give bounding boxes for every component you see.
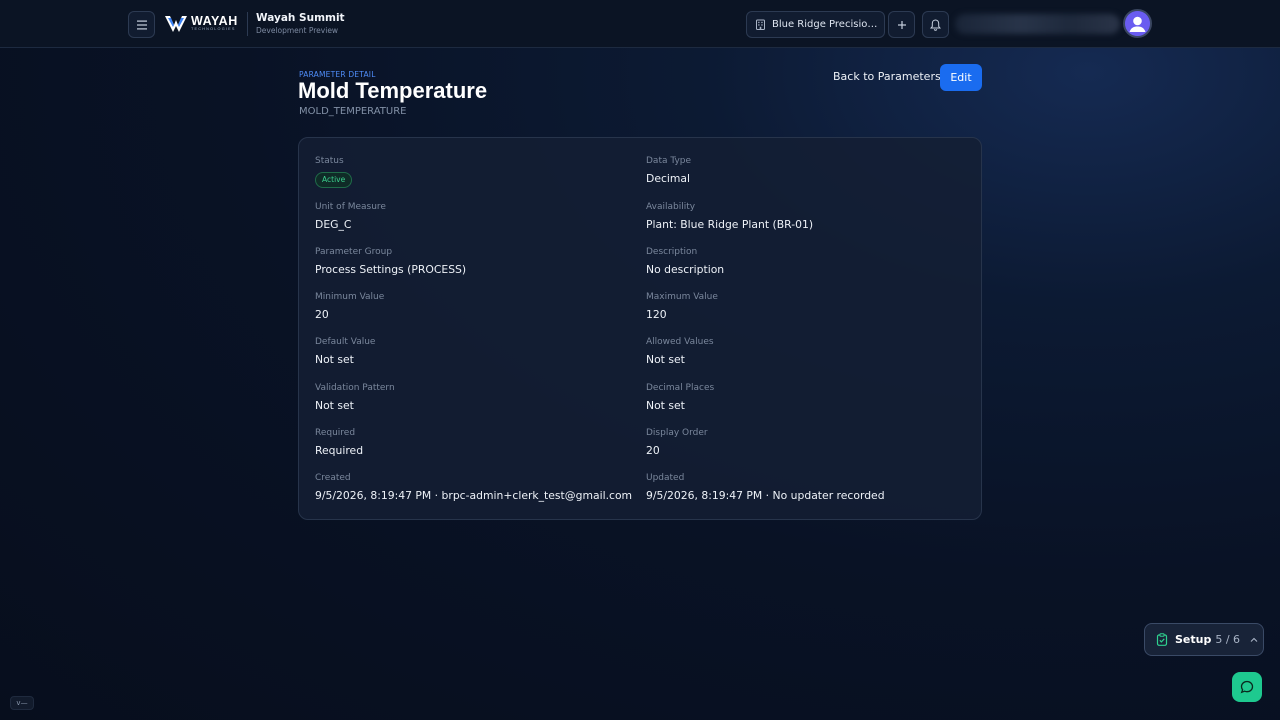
- status-field: Status Active: [315, 155, 353, 188]
- unit-value: DEG_C: [315, 218, 352, 231]
- user-info-redacted: [955, 14, 1120, 34]
- maximum-value-field: Maximum Value 120: [646, 291, 718, 322]
- minimum-value: 20: [315, 308, 329, 321]
- chevron-up-icon: [1250, 637, 1258, 642]
- parameter-group-field: Parameter Group Process Settings (PROCES…: [315, 246, 466, 277]
- setup-progress-count: 5 / 6: [1215, 633, 1241, 646]
- created-value: 9/5/2026, 8:19:47 PM · brpc-admin+clerk_…: [315, 489, 633, 502]
- app-name: Wayah Summit: [256, 12, 345, 24]
- user-icon: [1125, 11, 1150, 36]
- minimum-value-field: Minimum Value 20: [315, 291, 384, 322]
- required-label: Required: [315, 428, 356, 438]
- display-order-value: 20: [646, 444, 660, 457]
- allowed-values-label: Allowed Values: [646, 337, 714, 347]
- data-type-value: Decimal: [646, 172, 691, 185]
- page-title: Mold Temperature: [298, 78, 488, 103]
- description-label: Description: [646, 247, 698, 257]
- edit-button[interactable]: Edit: [940, 64, 982, 91]
- parameter-code: MOLD_TEMPERATURE: [299, 106, 407, 117]
- allowed-values: Not set: [646, 353, 685, 366]
- notifications-button[interactable]: [922, 11, 949, 38]
- user-avatar[interactable]: [1123, 9, 1152, 38]
- parameter-detail-card: Status Active Data Type Decimal Unit of …: [298, 137, 982, 520]
- unit-field: Unit of Measure DEG_C: [315, 201, 386, 232]
- logo-wordmark: WAYAH: [191, 13, 238, 28]
- setup-label: Setup: [1175, 633, 1212, 646]
- created-field: Created 9/5/2026, 8:19:47 PM · brpc-admi…: [315, 472, 632, 503]
- plus-icon: [897, 20, 906, 29]
- data-type-label: Data Type: [646, 156, 692, 166]
- decimal-places-label: Decimal Places: [646, 383, 715, 393]
- availability-value: Plant: Blue Ridge Plant (BR-01): [646, 218, 814, 231]
- setup-progress-widget[interactable]: Setup 5 / 6: [1144, 623, 1264, 656]
- data-type-field: Data Type Decimal: [646, 155, 691, 186]
- status-badge: Active: [315, 172, 353, 188]
- required-field: Required Required: [315, 427, 363, 458]
- chat-button[interactable]: [1232, 672, 1262, 702]
- allowed-values-field: Allowed Values Not set: [646, 336, 714, 367]
- decimal-places-field: Decimal Places Not set: [646, 382, 714, 413]
- maximum-value: 120: [646, 308, 667, 321]
- description-field: Description No description: [646, 246, 724, 277]
- organization-name: Blue Ridge Precision C...: [772, 19, 880, 30]
- validation-pattern-label: Validation Pattern: [315, 383, 395, 393]
- validation-pattern-value: Not set: [315, 399, 354, 412]
- display-order-field: Display Order 20: [646, 427, 708, 458]
- availability-field: Availability Plant: Blue Ridge Plant (BR…: [646, 201, 813, 232]
- parameter-group-label: Parameter Group: [315, 247, 393, 257]
- top-bar: WAYAH TECHNOLOGIES Wayah Summit Developm…: [0, 0, 1280, 48]
- logo-tagline: TECHNOLOGIES: [191, 26, 236, 31]
- app-title-block: Wayah Summit Development Preview: [256, 12, 345, 36]
- availability-label: Availability: [646, 202, 696, 212]
- validation-pattern-field: Validation Pattern Not set: [315, 382, 395, 413]
- header-divider: [247, 12, 248, 36]
- version-tag: v—: [10, 696, 34, 710]
- updated-value: 9/5/2026, 8:19:47 PM · No updater record…: [646, 489, 885, 502]
- menu-icon: [136, 20, 147, 29]
- updated-field: Updated 9/5/2026, 8:19:47 PM · No update…: [646, 472, 885, 503]
- app-subtitle: Development Preview: [256, 26, 339, 35]
- default-value: Not set: [315, 353, 354, 366]
- display-order-label: Display Order: [646, 428, 708, 438]
- menu-button[interactable]: [128, 11, 155, 38]
- default-value-field: Default Value Not set: [315, 336, 375, 367]
- chat-bubble-icon: [1240, 680, 1254, 694]
- add-button[interactable]: [888, 11, 915, 38]
- decimal-places-value: Not set: [646, 399, 685, 412]
- updated-label: Updated: [646, 473, 685, 483]
- building-icon: [756, 19, 765, 30]
- description-value: No description: [646, 263, 725, 276]
- required-value: Required: [315, 444, 364, 457]
- minimum-value-label: Minimum Value: [315, 292, 385, 302]
- parameter-group-value: Process Settings (PROCESS): [315, 263, 467, 276]
- bell-icon: [930, 18, 941, 31]
- wayah-logo[interactable]: WAYAH TECHNOLOGIES: [165, 13, 238, 33]
- status-label: Status: [315, 156, 344, 166]
- organization-switcher[interactable]: Blue Ridge Precision C...: [746, 11, 885, 38]
- wayah-logo-mark-icon: [165, 16, 187, 32]
- created-label: Created: [315, 473, 351, 483]
- back-to-parameters-link[interactable]: Back to Parameters: [833, 70, 941, 83]
- default-value-label: Default Value: [315, 337, 376, 347]
- unit-label: Unit of Measure: [315, 202, 386, 212]
- maximum-value-label: Maximum Value: [646, 292, 718, 302]
- clipboard-check-icon: [1156, 633, 1168, 646]
